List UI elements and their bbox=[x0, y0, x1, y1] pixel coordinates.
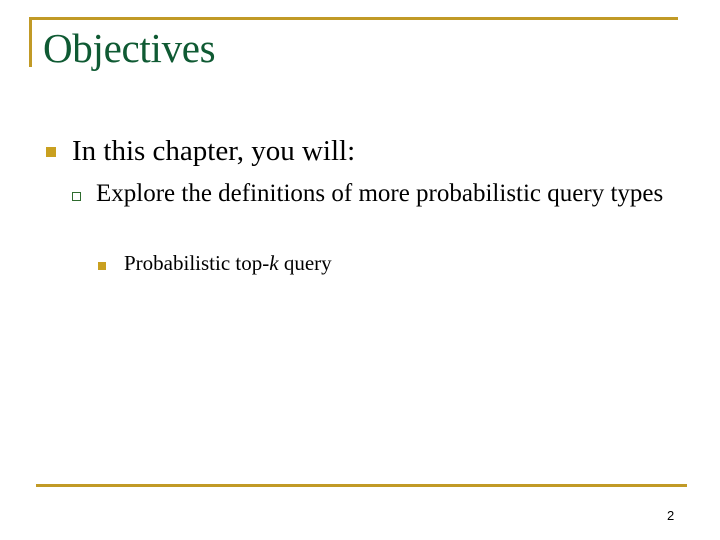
bullet-level1-text: In this chapter, you will: bbox=[72, 135, 356, 167]
bullet-level3-text-italic: k bbox=[269, 251, 279, 275]
title-frame-left-rule bbox=[29, 17, 32, 67]
footer-rule bbox=[36, 484, 687, 487]
bullet-level2-text: Explore the definitions of more probabil… bbox=[96, 180, 664, 207]
page-number: 2 bbox=[667, 508, 675, 523]
slide-title: Objectives bbox=[43, 25, 216, 71]
bullet-level3-text-before: Probabilistic top- bbox=[124, 251, 270, 275]
bullet-level3-text-after: query bbox=[278, 251, 332, 275]
square-bullet-icon bbox=[98, 262, 106, 270]
hollow-square-bullet-icon bbox=[72, 192, 81, 201]
square-bullet-icon bbox=[46, 147, 56, 157]
bullet-level3-text: Probabilistic top-k query bbox=[124, 251, 332, 276]
title-frame-top-rule bbox=[29, 17, 678, 20]
